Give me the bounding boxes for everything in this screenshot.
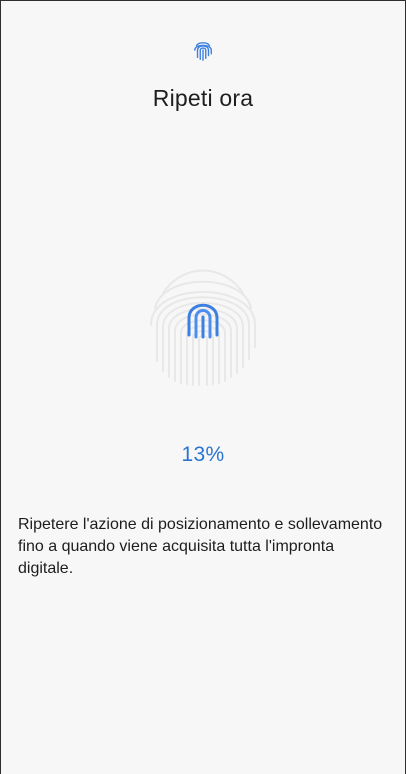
progress-percentage: 13% — [181, 443, 225, 466]
fingerprint-sensor-icon — [187, 303, 219, 339]
fingerprint-sensor[interactable] — [143, 263, 263, 387]
fingerprint-enrollment-screen: Ripeti ora 13% Ripetere l'azione di posi… — [0, 0, 406, 774]
page-title: Ripeti ora — [152, 85, 254, 111]
instruction-text: Ripetere l'azione di posizionamento e so… — [18, 516, 383, 577]
fingerprint-icon — [194, 42, 212, 61]
